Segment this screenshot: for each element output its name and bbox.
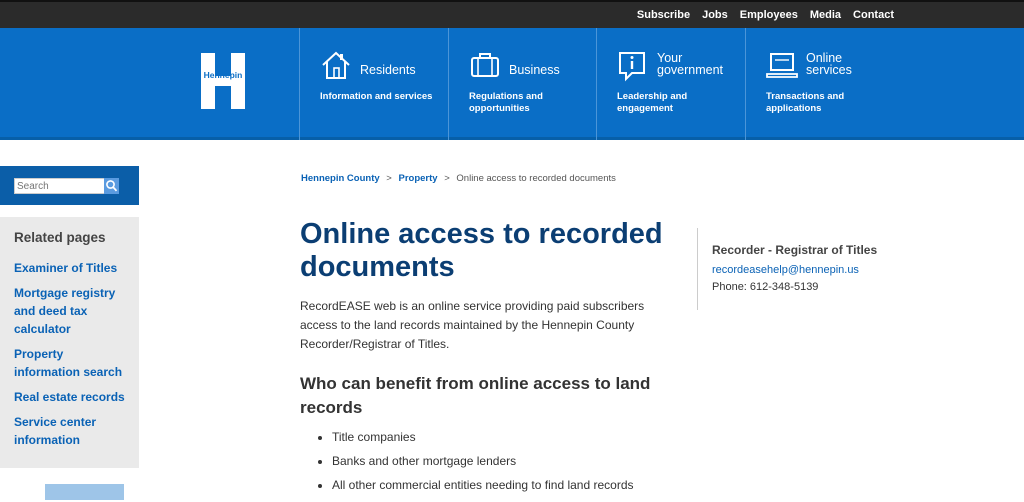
list-item: Property information search	[14, 345, 132, 381]
sidebar-image-thumbnail	[45, 484, 124, 500]
jobs-link[interactable]: Jobs	[702, 9, 728, 21]
breadcrumb-current: Online access to recorded documents	[456, 173, 616, 184]
nav-government[interactable]: Your government Leadership and engagemen…	[596, 28, 744, 140]
nav-online-services-desc: Transactions and applications	[766, 91, 845, 114]
list-item: Real estate records	[14, 388, 132, 406]
breadcrumb-separator: >	[444, 173, 450, 184]
nav-business-desc: Regulations and opportunities	[469, 91, 543, 114]
page-title: Online access to recorded documents	[300, 218, 663, 283]
related-link-property-information-search[interactable]: Property information search	[14, 347, 122, 379]
house-icon	[322, 51, 350, 79]
breadcrumb-separator: >	[386, 173, 392, 184]
nav-business[interactable]: Business Regulations and opportunities	[448, 28, 596, 140]
nav-residents[interactable]: Residents Information and services	[299, 28, 447, 140]
list-item: Examiner of Titles	[14, 259, 132, 277]
nav-business-title: Business	[509, 63, 560, 77]
related-link-service-center-information[interactable]: Service center information	[14, 415, 96, 447]
breadcrumb-property-link[interactable]: Property	[398, 173, 437, 184]
list-item: All other commercial entities needing to…	[332, 478, 634, 493]
related-link-examiner-of-titles[interactable]: Examiner of Titles	[14, 261, 117, 275]
search-icon	[106, 180, 118, 192]
contact-heading: Recorder - Registrar of Titles	[712, 243, 878, 257]
breadcrumb: Hennepin County > Property > Online acce…	[301, 173, 616, 184]
list-item: Service center information	[14, 413, 132, 449]
contact-email-link[interactable]: recordeasehelp@hennepin.us	[712, 264, 859, 276]
intro-paragraph: RecordEASE web is an online service prov…	[300, 299, 645, 351]
nav-residents-desc: Information and services	[320, 91, 433, 102]
search-input[interactable]	[14, 178, 108, 194]
main-navigation: Hennepin Residents Information and servi…	[0, 28, 1024, 140]
search-button[interactable]	[104, 178, 119, 194]
laptop-icon	[766, 53, 798, 78]
nav-residents-title: Residents	[360, 63, 416, 77]
briefcase-icon	[471, 53, 499, 77]
benefit-heading: Who can benefit from online access to la…	[300, 374, 651, 417]
search-box	[0, 166, 139, 205]
nav-government-desc: Leadership and engagement	[617, 91, 688, 114]
info-bubble-icon	[619, 52, 645, 82]
nav-government-title: Your government	[657, 51, 724, 77]
related-link-real-estate-records[interactable]: Real estate records	[14, 390, 125, 404]
employees-link[interactable]: Employees	[740, 9, 798, 21]
hennepin-logo[interactable]: Hennepin	[199, 52, 247, 110]
contact-link[interactable]: Contact	[853, 9, 894, 21]
subscribe-link[interactable]: Subscribe	[637, 9, 690, 21]
media-link[interactable]: Media	[810, 9, 841, 21]
hennepin-logo-icon: Hennepin	[199, 52, 247, 110]
top-utility-bar: Subscribe Jobs Employees Media Contact	[0, 0, 1024, 28]
contact-panel: Recorder - Registrar of Titles recordeas…	[697, 228, 898, 310]
nav-online-services[interactable]: Online services Transactions and applica…	[745, 28, 893, 140]
logo-wordmark: Hennepin	[204, 70, 243, 80]
list-item: Title companies	[332, 430, 634, 445]
related-pages-heading: Related pages	[14, 230, 106, 245]
nav-online-services-title: Online services	[806, 51, 852, 77]
related-pages-list: Examiner of Titles Mortgage registry and…	[14, 259, 132, 456]
breadcrumb-home-link[interactable]: Hennepin County	[301, 173, 380, 184]
benefits-list: Title companies Banks and other mortgage…	[318, 430, 634, 502]
related-pages-panel: Related pages Examiner of Titles Mortgag…	[0, 217, 139, 468]
related-link-mortgage-registry[interactable]: Mortgage registry and deed tax calculato…	[14, 286, 115, 336]
list-item: Banks and other mortgage lenders	[332, 454, 634, 469]
contact-phone: Phone: 612-348-5139	[712, 281, 819, 293]
utility-links: Subscribe Jobs Employees Media Contact	[637, 9, 894, 21]
list-item: Mortgage registry and deed tax calculato…	[14, 284, 132, 338]
